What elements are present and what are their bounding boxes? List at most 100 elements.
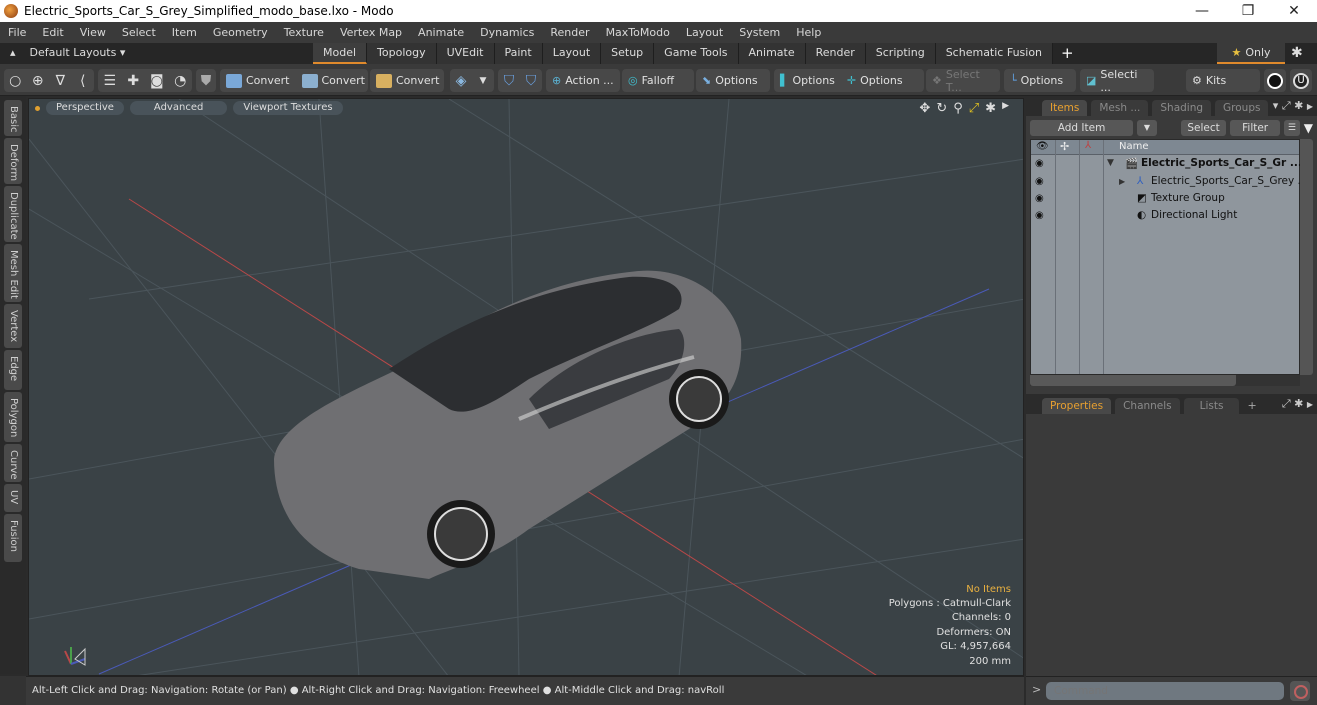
add-tab-button[interactable]: + [1053, 43, 1082, 64]
default-layouts-dropdown[interactable]: Default Layouts ▾ [30, 46, 126, 59]
maximize-icon[interactable]: ⤢ [1282, 397, 1291, 410]
gear-icon[interactable]: ✱ [985, 101, 996, 116]
menu-file[interactable]: File [0, 26, 34, 39]
chevron-right-icon[interactable]: ▶ [1307, 400, 1313, 409]
viewport-menu-dot-icon[interactable] [35, 105, 40, 111]
vtab-uv[interactable]: UV [4, 484, 22, 512]
vtab-fusion[interactable]: Fusion [4, 514, 22, 562]
convert-button-2[interactable]: Convert [296, 69, 372, 92]
unity-icon[interactable] [1267, 72, 1283, 89]
tab-items[interactable]: Items [1042, 100, 1088, 116]
tab-render[interactable]: Render [805, 43, 866, 64]
falloff-button[interactable]: ◎ Falloff [622, 69, 680, 92]
vtab-polygon[interactable]: Polygon [4, 392, 22, 442]
vtab-basic[interactable]: Basic [4, 100, 22, 136]
menu-maxtomodo[interactable]: MaxToModo [598, 26, 678, 39]
menu-view[interactable]: View [72, 26, 114, 39]
menu-item[interactable]: Item [164, 26, 205, 39]
3d-viewport[interactable]: Perspective Advanced Viewport Textures ✥… [28, 98, 1024, 676]
menu-select[interactable]: Select [114, 26, 164, 39]
add-tab-button[interactable]: + [1243, 398, 1260, 414]
pen-icon[interactable]: ∇ [51, 71, 70, 91]
close-button[interactable]: ✕ [1271, 0, 1317, 22]
convert-button-3[interactable]: Convert [370, 69, 446, 92]
menu-system[interactable]: System [731, 26, 788, 39]
tab-channels[interactable]: Channels [1115, 398, 1180, 414]
item-list-horizontal-scrollbar[interactable] [1030, 375, 1300, 386]
minimize-button[interactable]: — [1179, 0, 1225, 22]
options-button-4[interactable]: └ Options [1004, 69, 1069, 92]
tab-shading[interactable]: Shading [1152, 100, 1212, 116]
item-list-vertical-scrollbar[interactable] [1300, 139, 1313, 375]
dial-icon[interactable]: ◔ [171, 71, 191, 91]
tab-groups[interactable]: Groups [1215, 100, 1269, 116]
tab-lists[interactable]: Lists [1183, 398, 1240, 414]
options-button-2[interactable]: ▌ Options [774, 69, 841, 92]
rotate-icon[interactable]: ↻ [936, 101, 947, 116]
list-item[interactable]: ◉ ▶ ⅄ Electric_Sports_Car_S_Grey ... [1031, 174, 1308, 191]
vertex-select-icon[interactable]: ○ [6, 71, 25, 91]
symmetry-icon[interactable]: ⛉ [500, 71, 518, 91]
cube-icon[interactable]: ◈ [452, 71, 470, 91]
add-item-dropdown[interactable]: ▼ [1137, 120, 1157, 136]
viewport-textures-dropdown[interactable]: Viewport Textures [233, 101, 343, 115]
unreal-icon[interactable]: U [1293, 72, 1309, 89]
edges-icon[interactable]: ⟨ [74, 71, 93, 91]
menu-layout[interactable]: Layout [678, 26, 731, 39]
visibility-column-icon[interactable]: 👁 [1036, 141, 1049, 152]
funnel-icon[interactable]: ▼ [1304, 121, 1313, 135]
maximize-icon[interactable]: ⤢ [969, 101, 979, 116]
gear-icon[interactable]: ✱ [1294, 99, 1303, 112]
uv-cross-icon[interactable]: ✚ [124, 71, 144, 91]
lock-column-icon[interactable]: ✢ [1060, 140, 1069, 153]
material-icon[interactable]: ◙ [147, 71, 167, 91]
dropdown-icon[interactable]: ▾ [1273, 99, 1279, 112]
expander-icon[interactable]: ▼ [1107, 158, 1114, 168]
zoom-icon[interactable]: ⚲ [953, 101, 963, 116]
gear-icon[interactable]: ✱ [1294, 397, 1303, 410]
shield-icon[interactable]: ⛊ [198, 71, 214, 91]
menu-help[interactable]: Help [788, 26, 829, 39]
action-center-button[interactable]: ⊕ Action ... [546, 69, 620, 92]
menu-edit[interactable]: Edit [34, 26, 71, 39]
pan-icon[interactable]: ✥ [919, 101, 930, 116]
vtab-duplicate[interactable]: Duplicate [4, 186, 22, 242]
eye-icon[interactable]: ◉ [1035, 193, 1044, 204]
collapse-icon[interactable]: ▴ [10, 46, 16, 59]
selection-button[interactable]: ◪ Selecti ... [1080, 68, 1154, 94]
select-button[interactable]: Select [1180, 120, 1227, 136]
menu-geometry[interactable]: Geometry [205, 26, 276, 39]
only-toggle[interactable]: ★ Only [1217, 43, 1285, 64]
menu-render[interactable]: Render [542, 26, 597, 39]
vtab-edge[interactable]: Edge [4, 350, 22, 390]
list-item[interactable]: ◉ ◐ Directional Light [1031, 208, 1299, 225]
tab-mesh[interactable]: Mesh ... [1091, 100, 1149, 116]
layers-icon[interactable]: ☰ [100, 71, 120, 91]
list-options-icon[interactable]: ☰ [1283, 120, 1300, 136]
vtab-deform[interactable]: Deform [4, 138, 22, 184]
add-item-button[interactable]: Add Item [1030, 120, 1134, 136]
name-column-header[interactable]: Name [1119, 141, 1149, 152]
tab-paint[interactable]: Paint [494, 43, 543, 64]
select-t-button[interactable]: ❖ Select T... [926, 68, 1000, 94]
filter-button[interactable]: Filter [1230, 120, 1280, 136]
record-macro-button[interactable] [1290, 681, 1310, 701]
command-input[interactable] [1046, 682, 1284, 700]
menu-animate[interactable]: Animate [410, 26, 472, 39]
convert-button-1[interactable]: Convert [220, 69, 296, 92]
tab-model[interactable]: Model [313, 43, 368, 64]
tab-animate[interactable]: Animate [738, 43, 806, 64]
eye-icon[interactable]: ◉ [1035, 158, 1044, 169]
maximize-icon[interactable]: ⤢ [1282, 99, 1291, 112]
vtab-mesh-edit[interactable]: Mesh Edit [4, 244, 22, 302]
restore-button[interactable]: ❐ [1225, 0, 1271, 22]
list-item[interactable]: ◉ ▼ 🎬 Electric_Sports_Car_S_Gr ... [1031, 156, 1302, 173]
tab-game-tools[interactable]: Game Tools [654, 43, 739, 64]
snap-icon[interactable]: ⛉ [522, 71, 540, 91]
gear-icon[interactable]: ✱ [1291, 45, 1303, 61]
chevron-right-icon[interactable]: ▶ [1002, 101, 1009, 116]
list-item[interactable]: ◉ ◩ Texture Group [1031, 191, 1299, 208]
shading-dropdown[interactable]: Advanced [129, 101, 228, 115]
locator-column-icon[interactable]: ⅄ [1085, 140, 1091, 151]
tab-setup[interactable]: Setup [601, 43, 655, 64]
